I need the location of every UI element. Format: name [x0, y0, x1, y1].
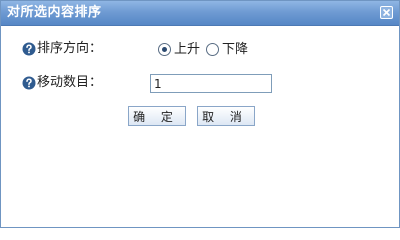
- radio-ascending[interactable]: [158, 43, 171, 56]
- sort-direction-row: 排序方向： 上升 下降: [1, 41, 399, 61]
- radio-ascending-label[interactable]: 上升: [174, 41, 200, 58]
- help-icon: [22, 42, 36, 56]
- sort-direction-label: 排序方向：: [37, 41, 103, 56]
- sort-dialog: 对所选内容排序 排序方向： 上升 下降 移动数目： 1 确 定 取 消: [0, 0, 400, 228]
- radio-descending[interactable]: [206, 43, 219, 56]
- move-count-input[interactable]: [150, 74, 272, 93]
- close-icon[interactable]: [380, 6, 393, 19]
- move-count-row: 移动数目：: [1, 74, 399, 94]
- radio-descending-label[interactable]: 下降: [222, 41, 248, 58]
- help-icon: [22, 76, 36, 90]
- cancel-button[interactable]: 取 消: [197, 106, 255, 126]
- confirm-button[interactable]: 确 定: [128, 106, 186, 126]
- move-count-label: 移动数目：: [37, 75, 103, 90]
- dialog-title: 对所选内容排序: [7, 5, 102, 20]
- dialog-titlebar[interactable]: 对所选内容排序: [1, 1, 399, 26]
- sort-direction-options: 上升 下降: [158, 41, 298, 59]
